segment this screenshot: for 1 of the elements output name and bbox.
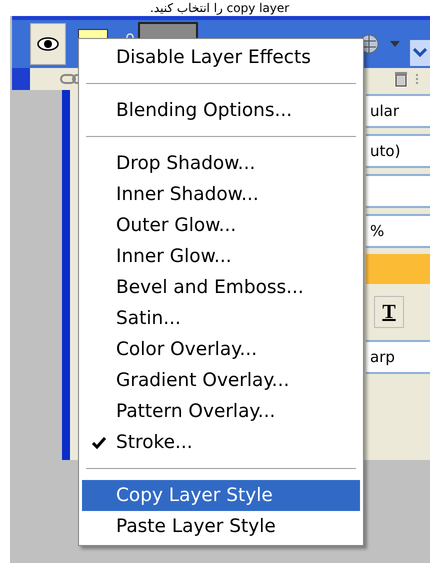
instruction-text: copy layer را انتخاب کنید. [149,0,290,16]
